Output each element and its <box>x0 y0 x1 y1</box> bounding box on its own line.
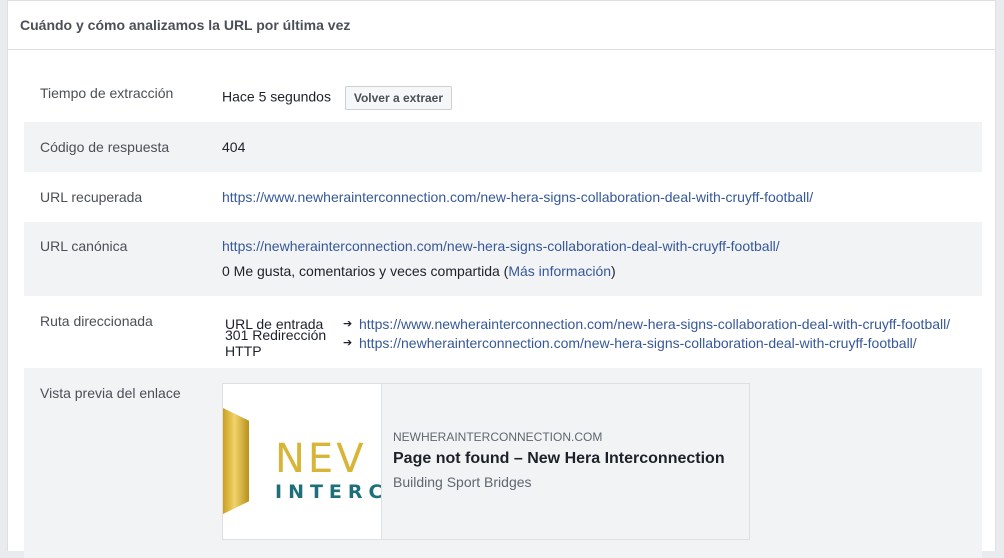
row-fetched-url: URL recuperada https://www.newherainterc… <box>24 172 982 222</box>
link-preview-cell: NEV INTERCO NEWHERAINTERCONNECTION.COM P… <box>222 383 982 558</box>
canonical-url-link[interactable]: https://newherainterconnection.com/new-h… <box>222 238 780 254</box>
preview-domain: NEWHERAINTERCONNECTION.COM <box>393 430 603 444</box>
row-response-code: Código de respuesta 404 <box>24 122 982 172</box>
link-preview-label: Vista previa del enlace <box>40 385 181 401</box>
response-code-value: 404 <box>222 139 246 155</box>
redirect-path-label: Ruta direccionada <box>40 313 153 329</box>
logo-gold-bar <box>223 408 249 514</box>
row-canonical-url: URL canónica https://newherainterconnect… <box>24 222 982 296</box>
canonical-url-label: URL canónica <box>40 238 128 254</box>
canonical-url-cell: https://newherainterconnection.com/new-h… <box>222 238 982 296</box>
more-info-link[interactable]: Más información <box>508 263 611 279</box>
redirect-type: 301 Redirección HTTP <box>225 326 327 359</box>
arrow-right-icon: ➔ <box>343 318 353 330</box>
engagement-count: 0 Me gusta, comentarios y veces comparti… <box>222 263 509 279</box>
preview-meta: NEWHERAINTERCONNECTION.COM Page not foun… <box>382 384 725 539</box>
logo-text-top: NEV <box>275 436 367 482</box>
scrape-time-value: Hace 5 segundos <box>222 88 331 105</box>
arrow-right-icon: ➔ <box>343 337 353 349</box>
logo-text-bottom: INTERCO <box>275 481 381 503</box>
panel-title: Cuándo y cómo analizamos la URL por últi… <box>8 1 995 50</box>
redirect-url-link[interactable]: https://www.newherainterconnection.com/n… <box>359 316 950 332</box>
row-link-preview: Vista previa del enlace NEV INTERCO NEWH… <box>24 368 982 558</box>
details-table: Tiempo de extracción Hace 5 segundos Vol… <box>24 71 982 558</box>
redirect-url-link[interactable]: https://newherainterconnection.com/new-h… <box>359 335 917 351</box>
rescrape-button[interactable]: Volver a extraer <box>344 86 453 110</box>
scrape-time-label: Tiempo de extracción <box>40 85 174 101</box>
fetched-url-cell: https://www.newherainterconnection.com/n… <box>222 189 982 222</box>
preview-title: Page not found – New Hera Interconnectio… <box>393 450 725 467</box>
row-redirect-path: Ruta direccionada URL de entrada ➔ https… <box>24 296 982 368</box>
fetched-url-label: URL recuperada <box>40 189 143 205</box>
fetched-url-link[interactable]: https://www.newherainterconnection.com/n… <box>222 189 813 205</box>
redirect-entry: 301 Redirección HTTP ➔ https://newherain… <box>222 327 982 359</box>
response-code-label: Código de respuesta <box>40 139 170 155</box>
engagement-close-paren: ) <box>611 263 616 279</box>
row-scrape-time: Tiempo de extracción Hace 5 segundos Vol… <box>24 71 982 122</box>
url-analysis-panel: Cuándo y cómo analizamos la URL por últi… <box>7 0 996 558</box>
scrape-time-value-cell: Hace 5 segundos Volver a extraer <box>222 85 982 122</box>
link-preview-card[interactable]: NEV INTERCO NEWHERAINTERCONNECTION.COM P… <box>222 383 750 540</box>
preview-description: Building Sport Bridges <box>393 474 532 490</box>
redirect-path-list: URL de entrada ➔ https://www.newherainte… <box>222 314 982 368</box>
engagement-text: 0 Me gusta, comentarios y veces comparti… <box>222 263 982 279</box>
preview-image: NEV INTERCO <box>223 384 382 539</box>
